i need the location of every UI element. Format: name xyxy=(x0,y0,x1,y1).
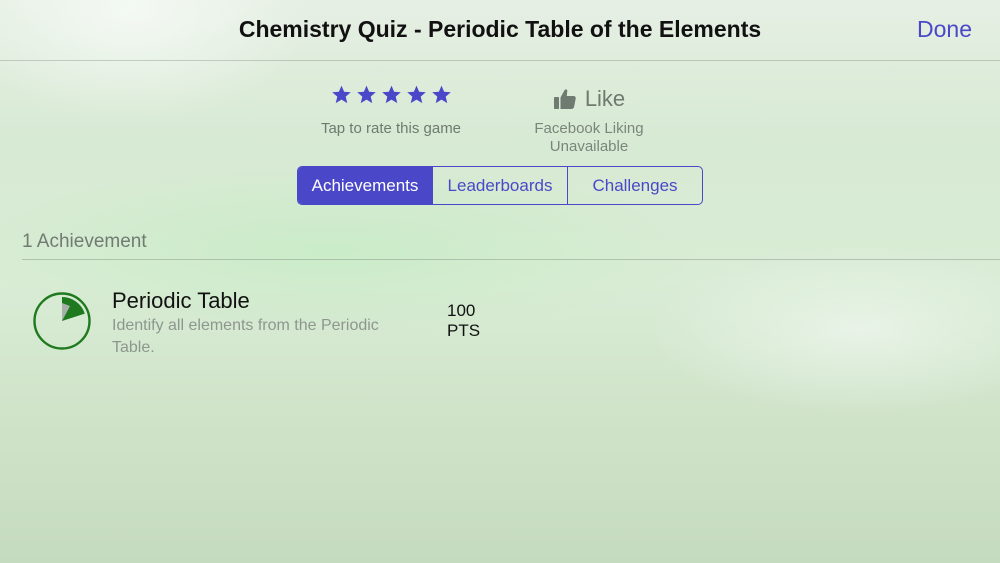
achievement-points: 100 PTS xyxy=(447,301,480,341)
section-divider xyxy=(22,259,1000,260)
star-rating[interactable] xyxy=(300,80,482,110)
like-block: Like Facebook Liking Unavailable xyxy=(520,84,658,156)
achievement-row[interactable]: Periodic Table Identify all elements fro… xyxy=(0,280,1000,366)
achievement-title: Periodic Table xyxy=(112,288,250,313)
star-icon[interactable] xyxy=(431,84,452,105)
like-label: Like xyxy=(584,86,626,111)
like-button[interactable]: Like xyxy=(520,84,658,114)
star-icon[interactable] xyxy=(406,84,427,105)
points-unit: PTS xyxy=(447,321,481,340)
like-caption-line2: Unavailable xyxy=(549,138,629,155)
thumbs-up-icon xyxy=(553,89,576,109)
achievement-description: Identify all elements from the Periodic … xyxy=(112,317,379,356)
progress-pie-icon xyxy=(33,292,91,350)
points-value: 100 xyxy=(447,301,476,320)
like-caption: Facebook Liking Unavailable xyxy=(520,120,658,156)
page-title: Chemistry Quiz - Periodic Table of the E… xyxy=(238,16,762,42)
rating-block: Tap to rate this game xyxy=(300,80,482,137)
star-icon[interactable] xyxy=(331,84,352,105)
star-icon[interactable] xyxy=(356,84,377,105)
section-header: 1 Achievement xyxy=(22,231,147,252)
tab-challenges[interactable]: Challenges xyxy=(567,167,702,204)
navigation-bar: Chemistry Quiz - Periodic Table of the E… xyxy=(0,0,1000,61)
star-icon[interactable] xyxy=(381,84,402,105)
rate-caption: Tap to rate this game xyxy=(320,120,462,137)
segmented-control: Achievements Leaderboards Challenges xyxy=(297,166,703,205)
tab-leaderboards[interactable]: Leaderboards xyxy=(432,167,567,204)
done-button[interactable]: Done xyxy=(917,16,972,43)
like-caption-line1: Facebook Liking xyxy=(534,120,644,137)
tab-achievements[interactable]: Achievements xyxy=(298,167,432,204)
